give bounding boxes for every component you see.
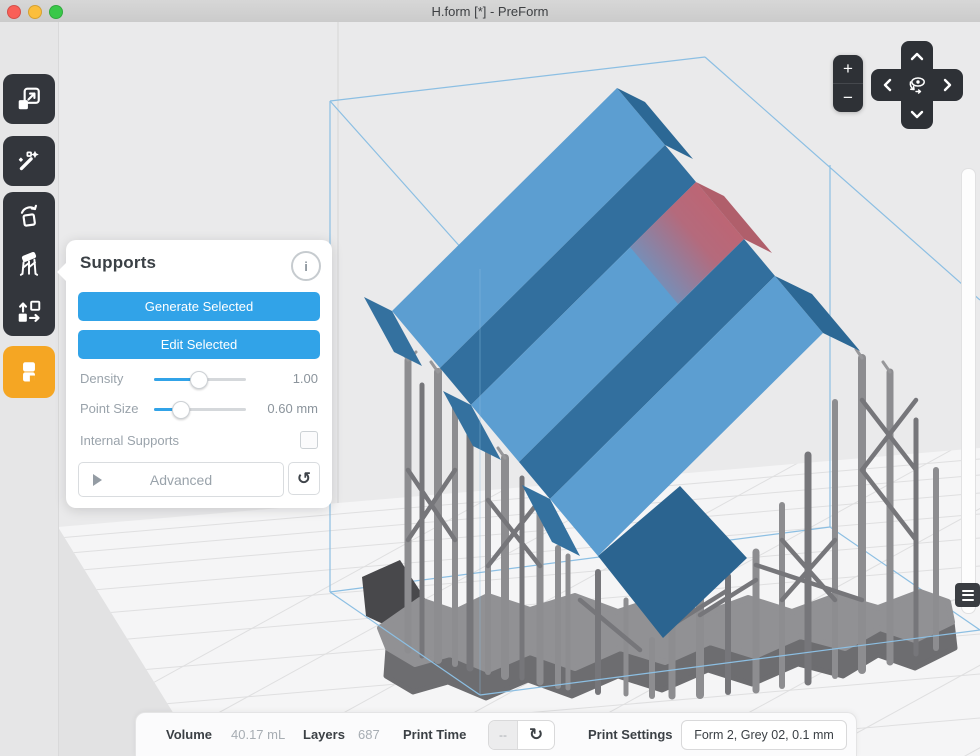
rotate-icon [16,203,42,229]
info-icon: i [304,259,308,274]
orient-button[interactable] [3,192,55,240]
point-size-row: Point Size 0.60 mm [66,398,332,420]
layout-icon [16,299,42,325]
list-icon [962,590,974,592]
model-list-button[interactable] [955,583,980,607]
refresh-icon: ↻ [529,725,543,745]
pan-down-button[interactable] [903,101,931,127]
toolbar-group [3,192,55,336]
left-toolbar [0,22,59,756]
volume-value: 40.17 mL [231,727,285,742]
chevron-down-icon [910,110,924,119]
minimize-window-icon[interactable] [28,5,42,19]
cartridge-button[interactable] [3,346,55,398]
density-row: Density 1.00 [66,368,332,390]
print-time-value: -- [489,721,518,749]
point-size-value: 0.60 mm [267,401,318,416]
zoom-in-button[interactable]: + [833,55,863,83]
expand-triangle-icon [93,474,102,486]
layers-value: 687 [358,727,380,742]
chevron-right-icon [943,78,952,92]
zoom-out-button[interactable]: − [833,84,863,112]
supports-button[interactable] [3,240,55,288]
density-label: Density [80,371,123,386]
panel-pointer [57,262,67,282]
window-title: H.form [*] - PreForm [431,4,548,19]
pan-right-button[interactable] [933,72,961,98]
zoom-control: + − [833,55,863,112]
eye-orbit-icon [905,73,929,97]
maximize-window-icon[interactable] [49,5,63,19]
pan-up-button[interactable] [903,43,931,69]
refresh-print-time-button[interactable]: ↻ [518,721,554,749]
reset-button[interactable]: ↺ [288,462,320,495]
layers-label: Layers [303,727,345,742]
print-settings-label: Print Settings [588,727,673,742]
size-scale-button[interactable] [3,74,55,124]
advanced-label: Advanced [150,472,212,488]
close-window-icon[interactable] [7,5,21,19]
info-button[interactable]: i [291,251,321,281]
internal-supports-label: Internal Supports [80,433,179,448]
density-value: 1.00 [293,371,318,386]
status-bar: Volume 40.17 mL Layers 687 Print Time --… [135,712,857,756]
preform-window: H.form [*] - PreForm [0,0,980,756]
advanced-button[interactable]: Advanced [78,462,284,497]
reset-view-button[interactable] [903,72,931,98]
density-slider-knob[interactable] [190,371,208,389]
chevron-up-icon [910,52,924,61]
supports-icon [16,251,42,277]
magic-wand-icon [16,148,42,174]
traffic-lights [7,5,63,19]
edit-selected-button[interactable]: Edit Selected [78,330,320,359]
print-time-label: Print Time [403,727,466,742]
reset-icon: ↺ [297,469,311,489]
density-slider[interactable] [154,378,246,381]
volume-label: Volume [166,727,212,742]
point-size-slider[interactable] [154,408,246,411]
cartridge-icon [16,359,42,385]
scale-icon [16,86,42,112]
layer-slider[interactable] [961,168,976,614]
internal-supports-row: Internal Supports [66,430,332,452]
layout-button[interactable] [3,288,55,336]
pan-left-button[interactable] [873,72,901,98]
point-size-label: Point Size [80,401,139,416]
chevron-left-icon [883,78,892,92]
print-settings-value: Form 2, Grey 02, 0.1 mm [694,728,834,742]
one-click-print-button[interactable] [3,136,55,186]
internal-supports-checkbox[interactable] [300,431,318,449]
supports-panel: Supports i Generate Selected Edit Select… [66,240,332,508]
title-bar[interactable]: H.form [*] - PreForm [0,0,980,23]
panel-title: Supports [80,253,156,273]
print-settings-button[interactable]: Form 2, Grey 02, 0.1 mm [681,720,847,750]
point-size-slider-knob[interactable] [172,401,190,419]
generate-selected-button[interactable]: Generate Selected [78,292,320,321]
print-time-control: -- ↻ [488,720,555,750]
camera-dpad [871,41,963,129]
